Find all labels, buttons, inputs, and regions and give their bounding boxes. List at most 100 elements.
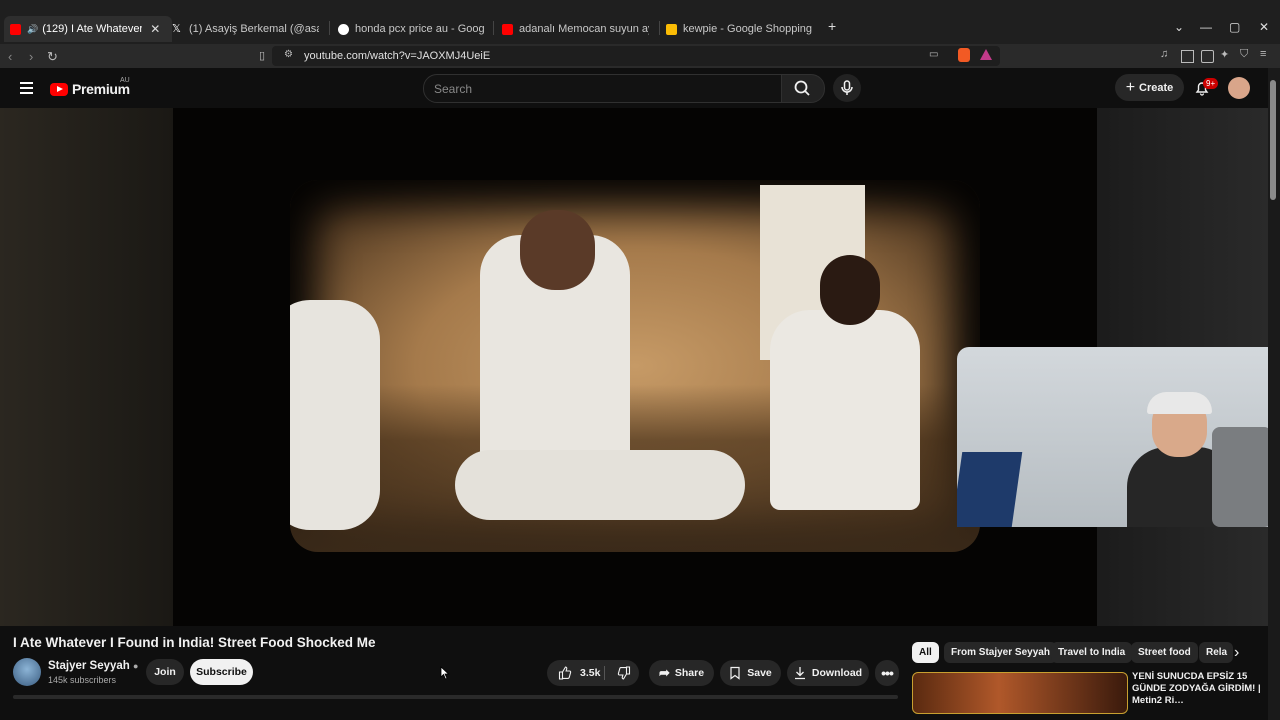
subscribe-button[interactable]: Subscribe — [190, 659, 253, 685]
youtube-play-icon — [50, 82, 68, 96]
person-center-head — [520, 210, 595, 290]
search-placeholder: Search — [434, 82, 473, 96]
leo-ai-icon[interactable]: ✦ — [1220, 48, 1231, 61]
x-logo-icon: 𝕏 — [172, 22, 181, 35]
channel-name[interactable]: Stajyer Seyyah ● — [48, 660, 138, 672]
tab-divider — [329, 21, 330, 35]
tab-divider — [493, 21, 494, 35]
more-actions-button[interactable]: ••• — [875, 660, 899, 686]
new-tab-icon[interactable]: + — [828, 18, 836, 34]
wallet-icon[interactable] — [1201, 50, 1214, 63]
search-icon — [794, 80, 810, 96]
like-count: 3.5k — [580, 667, 601, 679]
youtube-favicon-icon — [502, 23, 513, 35]
plus-icon: + — [1125, 78, 1136, 96]
chips-next-chevron-icon[interactable]: › — [1234, 644, 1239, 662]
tab-label: honda pcx price au - Google Search — [355, 23, 485, 35]
tab-google-search[interactable]: honda pcx price au - Google Search — [338, 16, 488, 42]
minimize-icon[interactable]: — — [1200, 20, 1212, 34]
close-tab-icon[interactable]: ✕ — [150, 22, 160, 36]
thumbs-down-icon — [617, 666, 631, 680]
search-button[interactable] — [781, 74, 825, 103]
mouse-cursor-icon — [440, 666, 450, 680]
cast-icon[interactable]: ▭ — [929, 49, 938, 60]
menu-icon[interactable]: ≡ — [1260, 48, 1271, 60]
person-center-legs — [455, 450, 745, 520]
save-button[interactable]: Save — [720, 660, 781, 686]
create-button[interactable]: + Create — [1115, 74, 1184, 101]
chip-label: Travel to India — [1058, 647, 1126, 658]
microphone-icon — [841, 80, 853, 95]
channel-avatar[interactable] — [13, 658, 41, 686]
share-button[interactable]: ➦ Share — [649, 660, 714, 686]
bookmark-icon[interactable]: ▯ — [259, 49, 265, 62]
chip-label: All — [919, 647, 932, 658]
media-icon[interactable]: ♫ — [1160, 48, 1171, 60]
site-info-icon[interactable]: ⚙ — [284, 49, 293, 60]
tab-google-shopping[interactable]: kewpie - Google Shopping — [666, 16, 816, 42]
tab-x-profile[interactable]: 𝕏 (1) Asayiş Berkemal (@asayisberkem… — [172, 16, 322, 42]
more-icon: ••• — [881, 665, 894, 681]
tab-divider — [659, 21, 660, 35]
video-frame-image — [290, 180, 980, 552]
browser-tab-bar: 🔊 (129) I Ate Whatever I Found ✕ 𝕏 (1) A… — [0, 0, 1280, 44]
youtube-header: Premium AU Search + Create 9+ — [0, 68, 1280, 108]
url-field[interactable]: ⚙ youtube.com/watch?v=JAOXMJ4UeiE ▭ — [272, 46, 1000, 66]
scrollbar-thumb[interactable] — [1270, 80, 1276, 200]
close-window-icon[interactable]: ✕ — [1259, 20, 1269, 34]
streamer-cap — [1147, 392, 1212, 414]
url-text: youtube.com/watch?v=JAOXMJ4UeiE — [304, 50, 491, 62]
join-button[interactable]: Join — [146, 659, 184, 685]
channel-name-text: Stajyer Seyyah — [48, 660, 130, 672]
hamburger-menu-icon[interactable] — [20, 82, 33, 97]
verified-icon: ● — [133, 661, 139, 671]
back-icon[interactable]: ‹ — [8, 49, 12, 64]
tab-youtube-adanali[interactable]: adanalı Memocan suyun ayrılarıyla oy… — [502, 16, 652, 42]
download-label: Download — [811, 667, 863, 679]
sidebar-icon[interactable] — [1181, 50, 1194, 63]
chip-travel-to-india[interactable]: Travel to India — [1051, 642, 1133, 663]
recommendation-thumbnail[interactable] — [912, 672, 1128, 714]
monitor-image — [957, 452, 1023, 527]
description-box-edge — [13, 695, 898, 699]
like-button[interactable] — [558, 666, 572, 680]
reload-icon[interactable]: ↻ — [47, 49, 58, 65]
voice-search-button[interactable] — [833, 74, 861, 102]
video-title: I Ate Whatever I Found in India! Street … — [13, 635, 376, 650]
speaker-icon: 🔊 — [27, 23, 39, 34]
subscriber-count: 145k subscribers — [48, 675, 117, 685]
person-right-head — [820, 255, 880, 325]
chip-street-food[interactable]: Street food — [1131, 642, 1198, 663]
chip-label: Rela — [1206, 647, 1228, 658]
recommendation-title[interactable]: YENİ SUNUCDA EPSİZ 15 GÜNDE ZODYAĞA GİRD… — [1132, 671, 1262, 707]
notification-count-badge: 9+ — [1203, 78, 1219, 89]
share-icon: ➦ — [658, 665, 670, 680]
brave-rewards-icon[interactable] — [980, 49, 992, 60]
person-left-figure — [290, 300, 380, 530]
shopping-favicon-icon — [666, 23, 677, 35]
download-button[interactable]: Download — [787, 660, 869, 686]
dislike-button[interactable] — [617, 666, 631, 680]
chip-label: From Stajyer Seyyah — [951, 647, 1050, 658]
tab-label: adanalı Memocan suyun ayrılarıyla oy… — [519, 23, 649, 35]
chip-related[interactable]: Rela — [1199, 642, 1233, 663]
maximize-icon[interactable]: ▢ — [1229, 20, 1240, 34]
download-icon — [794, 667, 805, 680]
vpn-icon[interactable]: ⛉ — [1240, 48, 1251, 60]
youtube-premium-logo[interactable]: Premium AU — [50, 77, 130, 97]
brave-shield-icon[interactable] — [958, 48, 970, 62]
youtube-favicon-icon — [10, 23, 21, 35]
google-favicon-icon — [338, 23, 349, 35]
tab-label: kewpie - Google Shopping — [683, 23, 813, 35]
chip-all[interactable]: All — [912, 642, 939, 663]
search-input[interactable]: Search — [423, 74, 783, 103]
tab-search-chevron-icon[interactable]: ⌄ — [1174, 20, 1184, 34]
save-label: Save — [747, 667, 772, 679]
account-avatar[interactable] — [1228, 77, 1250, 99]
tab-youtube-video[interactable]: 🔊 (129) I Ate Whatever I Found ✕ — [4, 16, 172, 42]
chip-from-channel[interactable]: From Stajyer Seyyah — [944, 642, 1057, 663]
forward-icon[interactable]: › — [29, 49, 33, 64]
subscribe-label: Subscribe — [196, 666, 247, 678]
share-label: Share — [674, 667, 705, 679]
address-bar-row: ‹ › ↻ ▯ ⚙ youtube.com/watch?v=JAOXMJ4Uei… — [0, 44, 1280, 68]
